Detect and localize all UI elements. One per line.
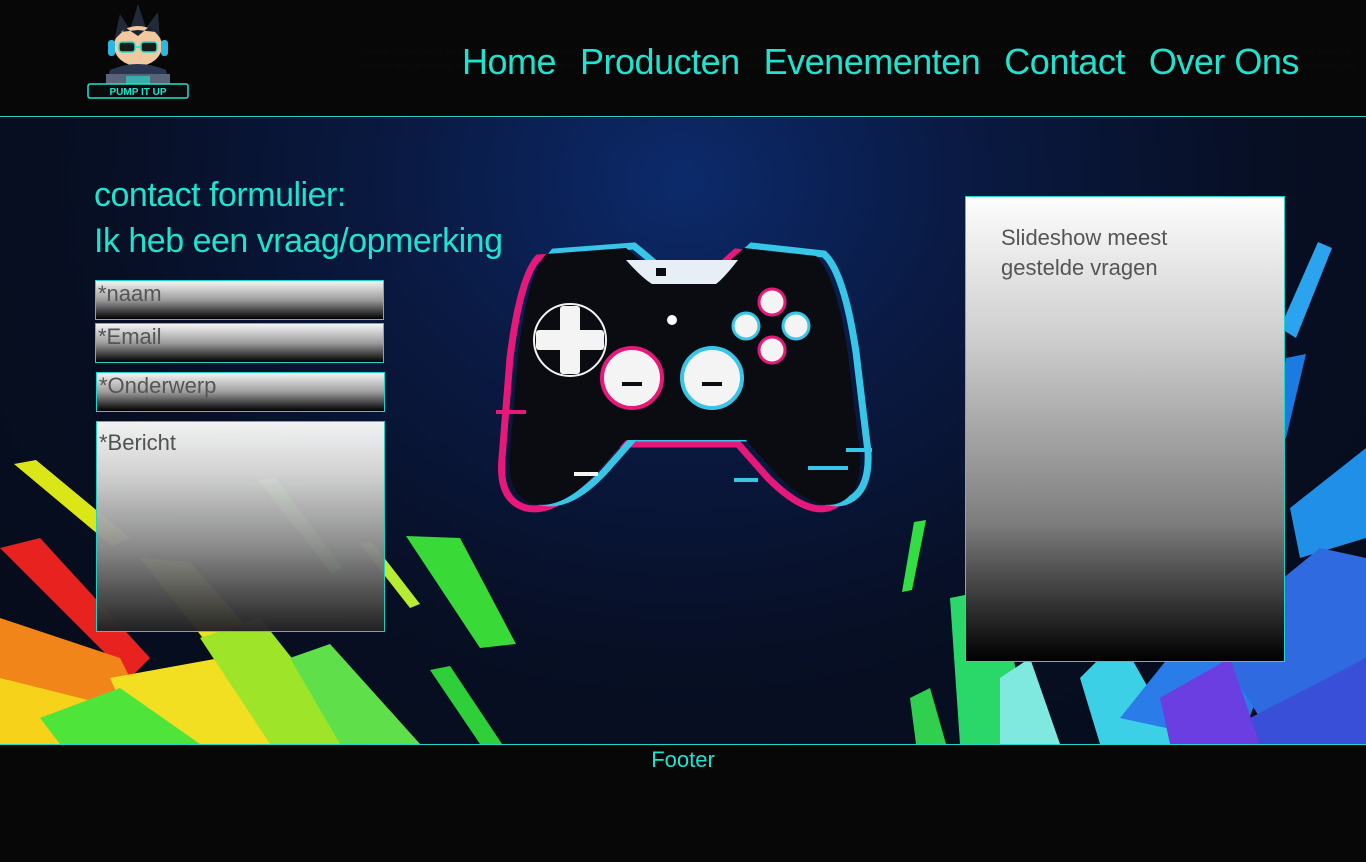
- subject-placeholder: *Onderwerp: [99, 373, 217, 398]
- nav-events[interactable]: Evenementen: [764, 40, 981, 84]
- logo-text: PUMP IT UP: [109, 87, 166, 98]
- message-field[interactable]: *Bericht: [96, 421, 385, 632]
- message-placeholder: *Bericht: [99, 430, 177, 455]
- email-placeholder: *Email: [98, 324, 162, 349]
- title-line-2: Ik heb een vraag/opmerking: [94, 222, 503, 260]
- nav-contact[interactable]: Contact: [1004, 40, 1125, 84]
- main-content: contact formulier: Ik heb een vraag/opme…: [0, 118, 1366, 744]
- name-field[interactable]: *naam: [95, 280, 384, 320]
- main-nav: Home Producten Evenementen Contact Over …: [462, 40, 1299, 84]
- site-footer: Footer: [0, 744, 1366, 862]
- pump-it-up-logo[interactable]: PUMP IT UP: [86, 2, 192, 100]
- title-line-1: contact formulier:: [94, 176, 346, 214]
- gamepad-icon: [496, 242, 872, 513]
- site-header: PUMP IT UP Lorem ipsum dolor sit amet, c…: [0, 0, 1366, 117]
- nav-home[interactable]: Home: [462, 40, 557, 84]
- email-field[interactable]: *Email: [95, 323, 384, 363]
- name-placeholder: *naam: [98, 281, 162, 306]
- footer-label: Footer: [651, 747, 715, 772]
- nav-about[interactable]: Over Ons: [1149, 40, 1300, 84]
- nav-products[interactable]: Producten: [580, 40, 740, 84]
- faq-slideshow[interactable]: Slideshow meest gestelde vragen: [965, 196, 1285, 662]
- contact-form-title: contact formulier: Ik heb een vraag/opme…: [94, 172, 503, 264]
- slideshow-label: Slideshow meest gestelde vragen: [1001, 225, 1168, 280]
- subject-field[interactable]: *Onderwerp: [96, 372, 385, 412]
